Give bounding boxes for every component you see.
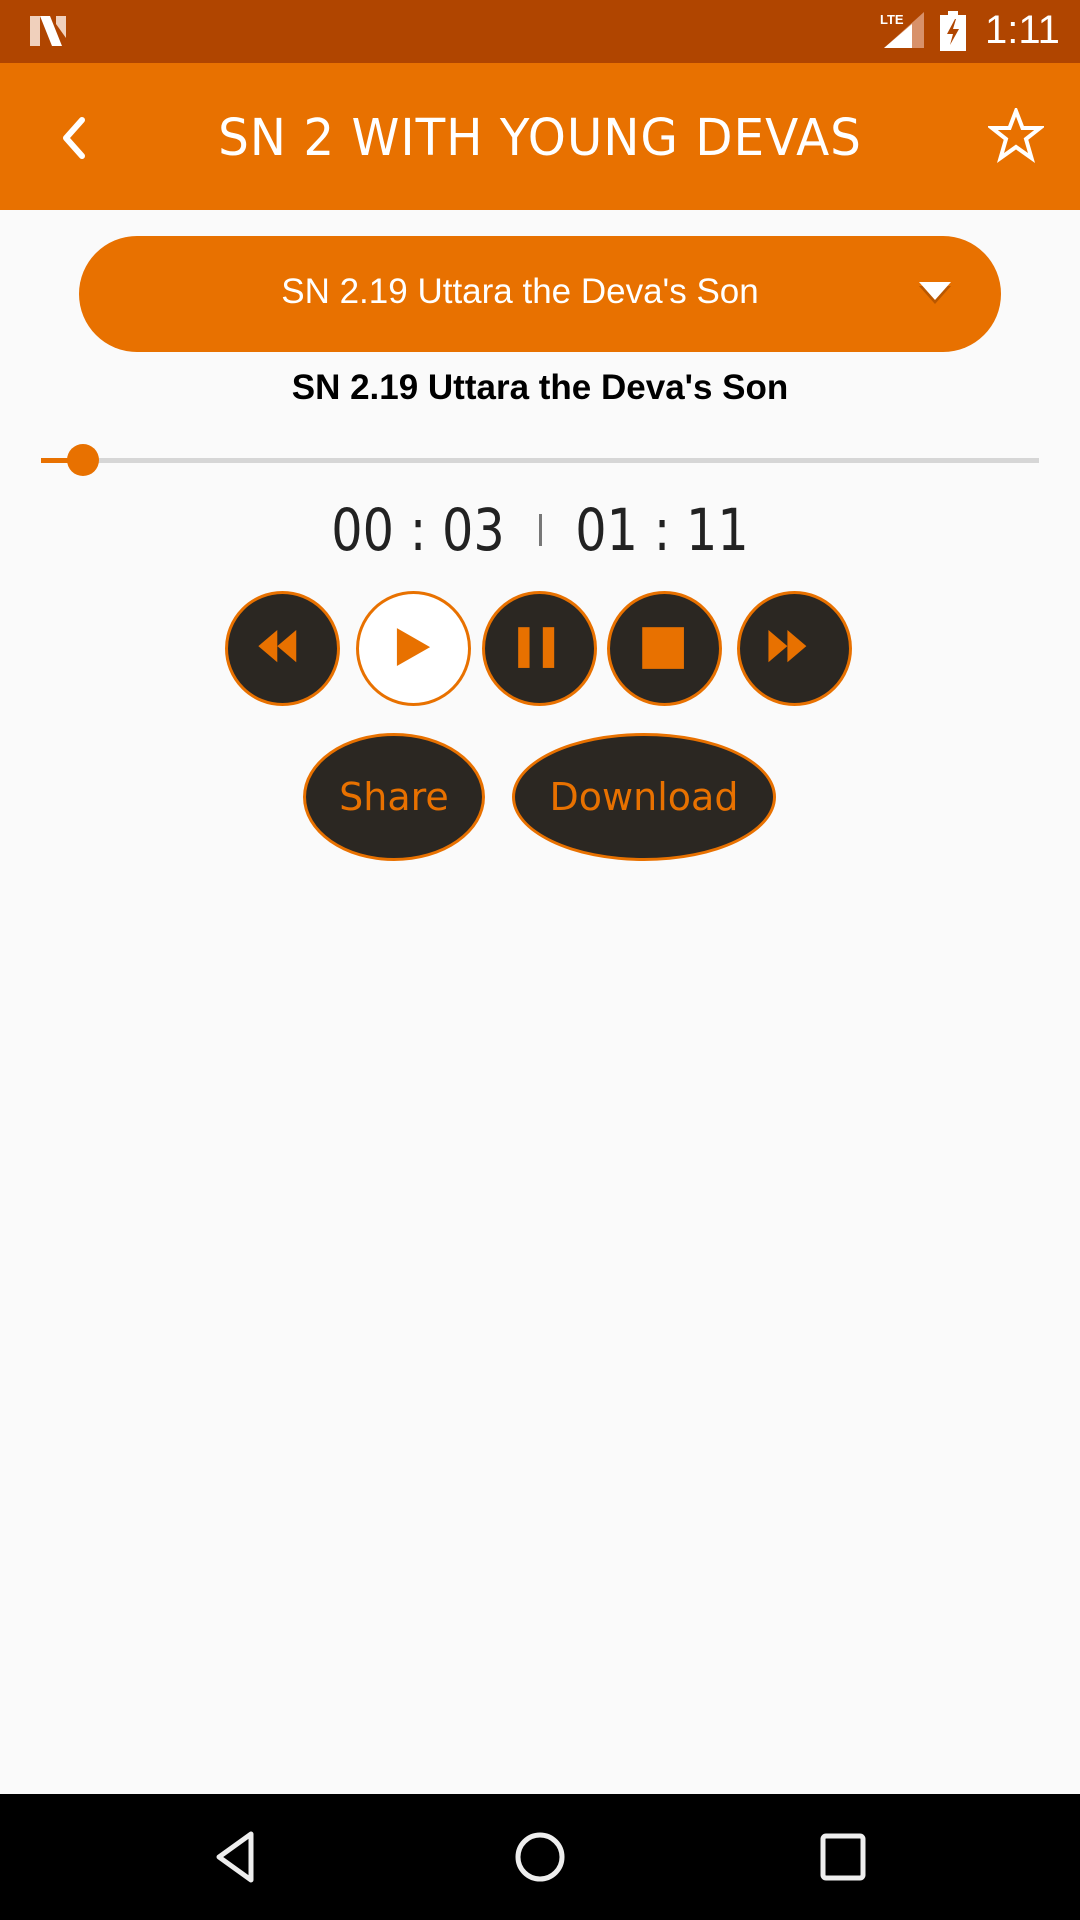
nav-back-icon[interactable] [201,1824,271,1890]
nav-recents-icon[interactable] [808,1824,878,1890]
pause-icon [518,627,555,668]
track-title: SN 2.19 Uttara the Deva's Son [291,368,789,407]
slider-rail [41,458,1039,463]
time-display: 00 : 03 01 : 11 [0,492,1080,564]
total-duration: 01 : 11 [574,495,749,564]
stop-button[interactable] [607,591,722,706]
pause-button[interactable] [482,591,597,706]
chevron-left-icon[interactable] [50,108,100,168]
seek-slider[interactable] [41,437,1039,483]
track-dropdown-label: SN 2.19 Uttara the Deva's Son [281,272,759,311]
battery-charging-icon [940,11,966,51]
play-icon [396,628,431,667]
share-button[interactable]: Share [303,733,485,861]
page-title: SN 2 WITH YOUNG DEVAS [218,109,862,168]
download-button[interactable]: Download [512,733,776,861]
slider-thumb[interactable] [67,444,99,476]
clock: 1:11 [985,8,1060,52]
signal-icon: LTE [880,12,924,48]
rewind-icon [258,630,297,663]
triangle-down-icon [919,282,951,304]
notification-n-icon [30,16,66,46]
nav-home-icon[interactable] [505,1824,575,1890]
time-separator [538,513,542,546]
status-bar: LTE 1:11 [0,0,1080,63]
fast-forward-icon [768,630,807,663]
play-button[interactable] [356,591,471,706]
lte-label: LTE [880,12,904,27]
track-dropdown[interactable]: SN 2.19 Uttara the Deva's Son [79,236,1001,352]
star-outline-icon[interactable] [988,108,1044,164]
elapsed-time: 00 : 03 [331,495,506,564]
rewind-button[interactable] [225,591,340,706]
stop-icon [642,627,684,669]
system-nav-bar [0,1794,1080,1920]
fast-forward-button[interactable] [737,591,852,706]
playback-controls [0,591,1080,707]
app-bar: SN 2 WITH YOUNG DEVAS [0,63,1080,210]
